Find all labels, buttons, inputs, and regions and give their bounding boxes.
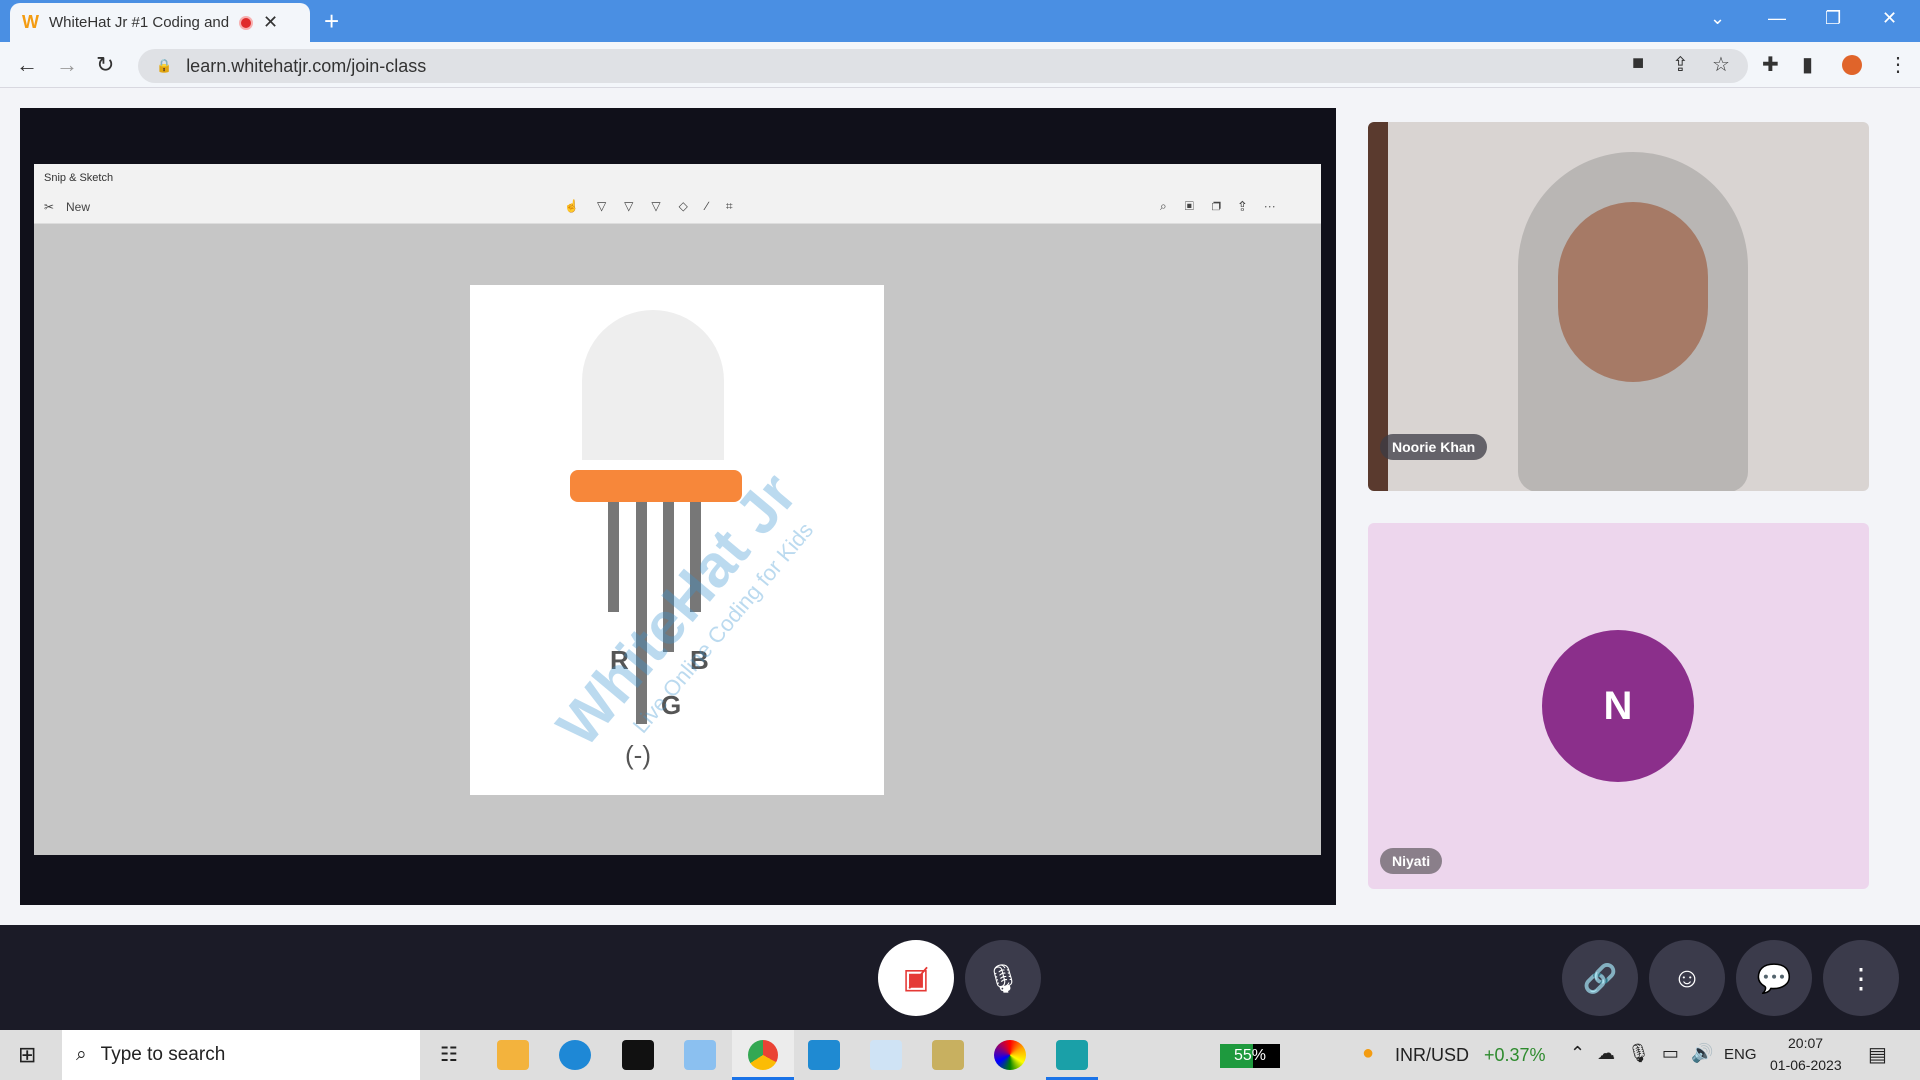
chat-button[interactable]: 💬 <box>1736 940 1812 1016</box>
browser-tab-bar: W WhiteHat Jr #1 Coding and R ✕ + ⌄ — ❐ … <box>0 0 1920 42</box>
more-vertical-icon: ⋮ <box>1847 962 1875 994</box>
call-control-bar: ▣̸ 🎙 🔗 ☺ 💬 ⋮ <box>0 925 1920 1030</box>
forward-button[interactable]: → <box>56 52 78 78</box>
windows-start-icon[interactable]: ⊞ <box>18 1042 36 1068</box>
camera-off-icon: ▣̸ <box>902 962 930 994</box>
side-panel-icon[interactable]: ▮ <box>1802 52 1813 77</box>
restore-button[interactable]: ❐ <box>1825 8 1841 29</box>
vscode-icon[interactable] <box>808 1040 840 1070</box>
minimize-button[interactable]: — <box>1768 8 1786 29</box>
link-icon: 🔗 <box>1582 962 1618 994</box>
mic-button[interactable]: 🎙 <box>965 940 1041 1016</box>
file-explorer-icon[interactable] <box>497 1040 529 1070</box>
snip-new-label: New <box>66 200 91 214</box>
color-app-icon[interactable] <box>994 1040 1026 1070</box>
task-view-icon[interactable]: ☷ <box>440 1042 458 1067</box>
browser-tab[interactable]: W WhiteHat Jr #1 Coding and R ✕ <box>10 3 310 42</box>
more-options-button[interactable]: ⋮ <box>1823 940 1899 1016</box>
extensions-icon[interactable]: ✚ <box>1762 52 1779 77</box>
close-window-button[interactable]: ✕ <box>1882 8 1897 29</box>
search-placeholder: Type to search <box>100 1044 226 1065</box>
avatar: N <box>1542 630 1694 782</box>
reactions-button[interactable]: ☺ <box>1649 940 1725 1016</box>
coins-icon: ● <box>1362 1042 1375 1064</box>
windows-taskbar: ⊞ ⌕ Type to search ☷ 55% ● INR/USD +0.37… <box>0 1030 1920 1080</box>
snip-new-icon: ✂ <box>44 200 55 214</box>
camera-icon[interactable]: ■ <box>1632 52 1644 75</box>
notifications-icon[interactable]: ▤ <box>1868 1042 1887 1067</box>
participant-name: Noorie Khan <box>1380 434 1488 460</box>
chrome-taskbar-button[interactable] <box>732 1030 794 1080</box>
new-tab-button[interactable]: + <box>324 6 339 37</box>
profile-avatar[interactable] <box>1842 55 1862 75</box>
lock-icon: 🔒 <box>156 58 173 73</box>
pin-label-negative: (-) <box>625 740 651 770</box>
smiley-icon: ☺ <box>1672 962 1702 993</box>
clock-date[interactable]: 01-06-2023 <box>1770 1057 1842 1073</box>
window-app-icon[interactable] <box>870 1040 902 1070</box>
ticker-name[interactable]: INR/USD <box>1395 1045 1469 1066</box>
participant-name: Niyati <box>1380 848 1443 874</box>
share-icon[interactable]: ⇪ <box>1672 52 1689 77</box>
participant-avatar-tile[interactable]: N Niyati <box>1368 523 1869 889</box>
app-icon[interactable] <box>684 1040 716 1070</box>
chat-icon: 💬 <box>1756 962 1792 994</box>
tray-icons[interactable]: ⌃☁🎙▭🔊 <box>1570 1043 1725 1064</box>
url-text: learn.whitehatjr.com/join-class <box>186 55 427 76</box>
url-field[interactable]: 🔒 learn.whitehatjr.com/join-class <box>138 49 1748 83</box>
shared-snip-sketch-window: Snip & Sketch ✂ New ☝▽▽▽◇∕⌗ ⌕▣❐⇪⋯ R B G … <box>34 164 1321 855</box>
rgb-led-diagram: R B G (-) WhiteHat Jr Live Online Coding… <box>470 285 884 795</box>
snip-toolbar: ✂ New ☝▽▽▽◇∕⌗ ⌕▣❐⇪⋯ <box>34 192 1321 224</box>
recording-icon <box>239 15 253 30</box>
tab-title: WhiteHat Jr #1 Coding and R <box>49 14 229 31</box>
language-indicator[interactable]: ENG <box>1724 1046 1757 1063</box>
reload-button[interactable]: ↻ <box>96 52 114 78</box>
tab-search-icon[interactable]: ⌄ <box>1710 8 1725 29</box>
ticker-change: +0.37% <box>1484 1045 1546 1065</box>
whitehat-favicon-icon: W <box>22 12 39 32</box>
terminal-icon[interactable] <box>622 1040 654 1070</box>
chrome-icon <box>748 1040 778 1070</box>
snip-title: Snip & Sketch <box>34 164 1321 192</box>
battery-widget[interactable]: 55% <box>1220 1044 1280 1068</box>
arduino-taskbar-button[interactable] <box>1046 1030 1098 1080</box>
snip-actions-icons: ⌕▣❐⇪⋯ <box>1160 199 1294 213</box>
taskbar-search[interactable]: ⌕ Type to search <box>62 1030 420 1080</box>
search-icon: ⌕ <box>76 1044 87 1065</box>
camera-off-button[interactable]: ▣̸ <box>878 940 954 1016</box>
close-tab-icon[interactable]: ✕ <box>263 12 278 33</box>
participant-video-tile[interactable]: Noorie Khan <box>1368 122 1869 491</box>
back-button[interactable]: ← <box>16 52 38 78</box>
magnifier-app-icon[interactable] <box>932 1040 964 1070</box>
bookmark-star-icon[interactable]: ☆ <box>1712 52 1730 77</box>
pen-tools-icons: ☝▽▽▽◇∕⌗ <box>564 199 751 213</box>
arduino-icon <box>1056 1040 1088 1070</box>
clock-time[interactable]: 20:07 <box>1788 1035 1823 1051</box>
microphone-icon: 🎙 <box>985 962 1021 994</box>
menu-icon[interactable]: ⋮ <box>1888 52 1908 77</box>
edge-icon[interactable] <box>559 1040 591 1070</box>
copy-link-button[interactable]: 🔗 <box>1562 940 1638 1016</box>
